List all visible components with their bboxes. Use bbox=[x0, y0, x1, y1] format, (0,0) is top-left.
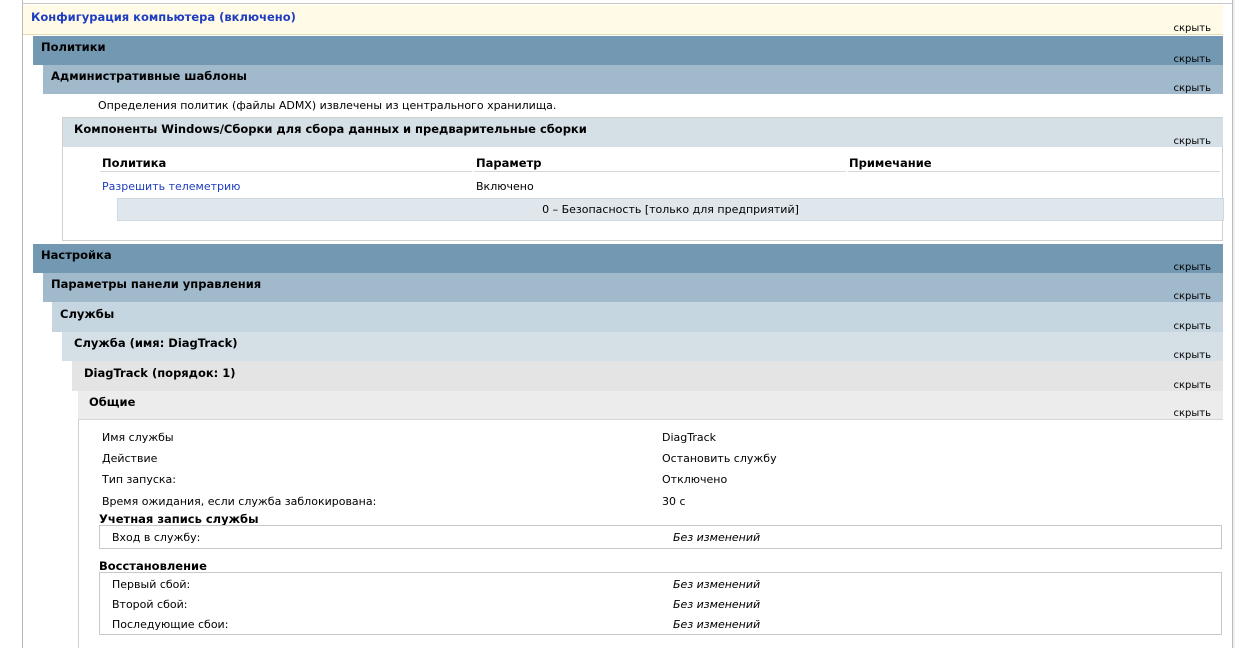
recovery-label-first: Первый сбой: bbox=[112, 578, 191, 591]
section-components: Компоненты Windows/Сборки для сбора данн… bbox=[63, 118, 1223, 147]
col-header-setting: Параметр bbox=[476, 156, 542, 170]
recovery-label-second: Второй сбой: bbox=[112, 598, 188, 611]
diagtrack-title: DiagTrack (порядок: 1) bbox=[84, 366, 236, 380]
general-value-action: Остановить службу bbox=[662, 452, 777, 465]
general-value-timeout: 30 с bbox=[662, 495, 686, 508]
top-divider bbox=[22, 0, 1233, 4]
col-header-comment: Примечание bbox=[849, 156, 932, 170]
hide-link-services[interactable]: скрыть bbox=[1174, 321, 1212, 332]
general-label-action: Действие bbox=[102, 452, 158, 465]
hide-link-general[interactable]: скрыть bbox=[1174, 408, 1212, 419]
hide-link-policies[interactable]: скрыть bbox=[1174, 54, 1212, 65]
general-label-startup-type: Тип запуска: bbox=[102, 473, 176, 486]
section-services: Службы скрыть bbox=[52, 302, 1223, 332]
hide-link-diagtrack[interactable]: скрыть bbox=[1174, 380, 1212, 391]
section-general: Общие скрыть bbox=[78, 391, 1223, 420]
recovery-value-subsequent: Без изменений bbox=[673, 618, 761, 631]
admx-note: Определения политик (файлы ADMX) извлече… bbox=[98, 99, 557, 112]
general-value-service-name: DiagTrack bbox=[662, 431, 717, 444]
general-title: Общие bbox=[89, 395, 136, 409]
hide-link-components[interactable]: скрыть bbox=[1174, 136, 1212, 147]
hide-link-control-panel[interactable]: скрыть bbox=[1174, 291, 1212, 302]
control-panel-title: Параметры панели управления bbox=[51, 277, 262, 291]
recovery-value-second: Без изменений bbox=[673, 598, 761, 611]
hide-link-service[interactable]: скрыть bbox=[1174, 350, 1212, 361]
admin-templates-title: Административные шаблоны bbox=[51, 69, 247, 83]
hide-link-preferences[interactable]: скрыть bbox=[1174, 262, 1212, 273]
general-label-service-name: Имя службы bbox=[102, 431, 174, 444]
section-control-panel: Параметры панели управления скрыть bbox=[43, 273, 1223, 302]
policy-detail-text: 0 – Безопасность [только для предприятий… bbox=[542, 203, 799, 216]
general-value-startup-type: Отключено bbox=[662, 473, 728, 486]
account-box: Вход в службу: Без изменений bbox=[99, 525, 1222, 549]
recovery-value-first: Без изменений bbox=[673, 578, 761, 591]
components-title: Компоненты Windows/Сборки для сбора данн… bbox=[74, 122, 587, 136]
policies-title: Политики bbox=[41, 40, 106, 54]
section-diagtrack: DiagTrack (порядок: 1) скрыть bbox=[72, 361, 1223, 391]
section-service: Служба (имя: DiagTrack) скрыть bbox=[62, 332, 1223, 361]
hide-link-admin-templates[interactable]: скрыть bbox=[1174, 83, 1212, 94]
account-label-logon: Вход в службу: bbox=[112, 531, 201, 544]
recovery-subheading: Восстановление bbox=[99, 559, 207, 573]
preferences-title: Настройка bbox=[41, 248, 112, 262]
section-computer-config: Конфигурация компьютера (включено) скрыт… bbox=[23, 5, 1223, 35]
col-underline-comment bbox=[848, 171, 1220, 172]
col-header-policy: Политика bbox=[102, 156, 167, 170]
section-policies: Политики скрыть bbox=[33, 36, 1223, 65]
general-left-border bbox=[78, 420, 79, 648]
section-admin-templates: Административные шаблоны скрыть bbox=[43, 65, 1223, 94]
recovery-box: Первый сбой: Без изменений Второй сбой: … bbox=[99, 572, 1222, 635]
section-preferences: Настройка скрыть bbox=[33, 244, 1223, 273]
service-title: Служба (имя: DiagTrack) bbox=[74, 336, 238, 350]
hide-link-computer-config[interactable]: скрыть bbox=[1174, 23, 1212, 34]
account-subheading: Учетная запись службы bbox=[99, 512, 259, 526]
services-title: Службы bbox=[60, 307, 115, 321]
policy-detail-row: 0 – Безопасность [только для предприятий… bbox=[117, 198, 1224, 221]
general-label-timeout: Время ожидания, если служба заблокирован… bbox=[102, 495, 377, 508]
policy-setting-value: Включено bbox=[476, 180, 534, 193]
col-underline-policy bbox=[100, 171, 472, 172]
col-underline-setting bbox=[474, 171, 846, 172]
computer-config-title: Конфигурация компьютера (включено) bbox=[31, 10, 296, 24]
recovery-label-subsequent: Последующие сбои: bbox=[112, 618, 229, 631]
policy-link-allow-telemetry[interactable]: Разрешить телеметрию bbox=[102, 180, 240, 193]
account-value-logon: Без изменений bbox=[673, 531, 761, 544]
